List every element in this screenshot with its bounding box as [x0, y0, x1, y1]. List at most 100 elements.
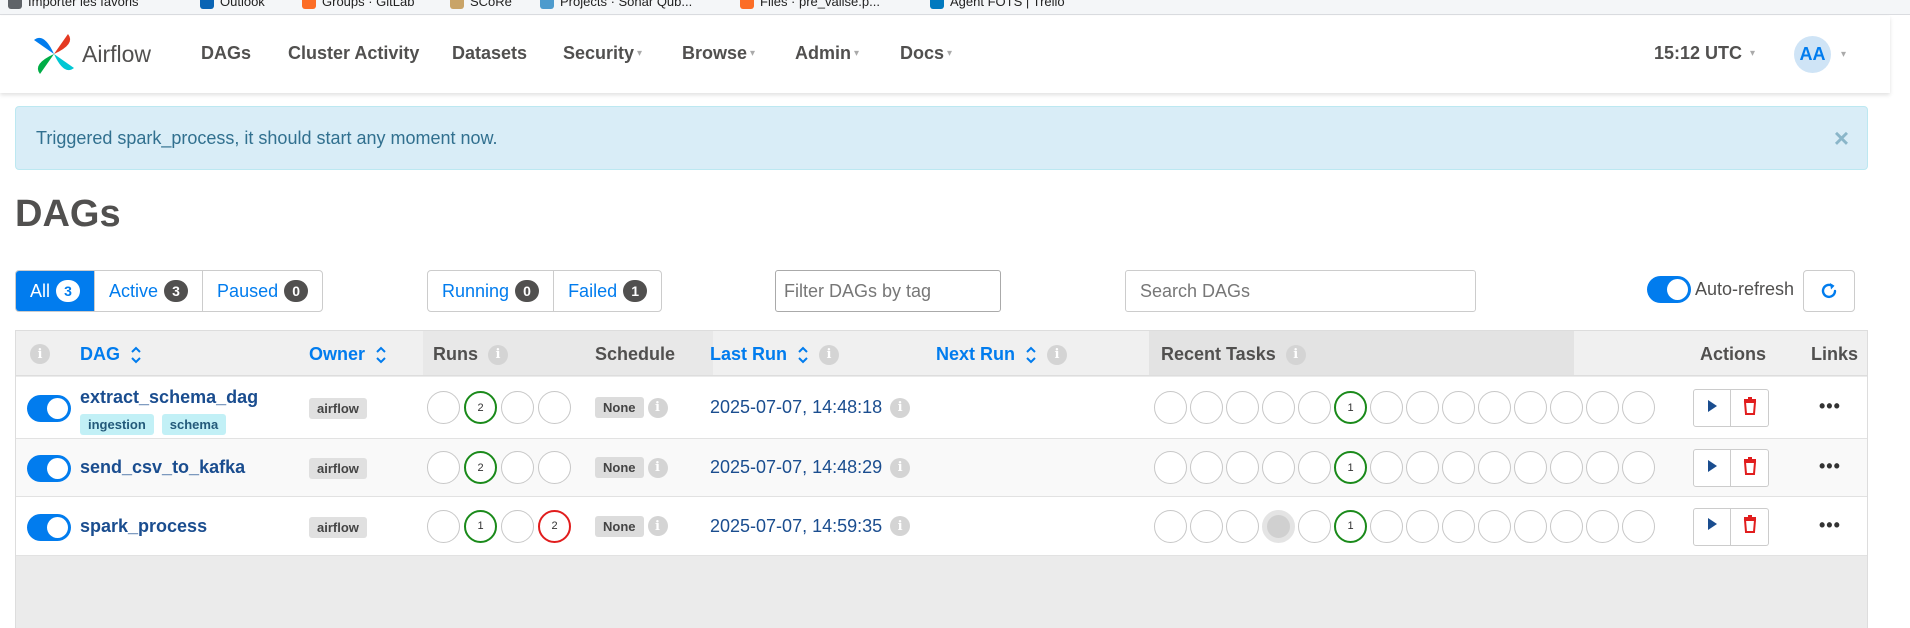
tag-filter-input[interactable] [775, 270, 1001, 312]
info-icon[interactable]: i [890, 457, 911, 478]
run-state-circle[interactable] [501, 451, 534, 484]
task-state-circle[interactable] [1262, 509, 1295, 543]
task-state-circle[interactable] [1550, 451, 1583, 484]
dag-tag[interactable]: ingestion [80, 414, 154, 435]
run-state-circle[interactable] [427, 509, 460, 543]
user-menu[interactable]: AA ▾ [1794, 36, 1846, 73]
info-icon[interactable]: i [647, 516, 668, 536]
auto-refresh-toggle[interactable] [1647, 276, 1691, 303]
run-state-circle[interactable]: 1 [464, 509, 497, 543]
utc-clock-dropdown[interactable]: 15:12 UTC ▾ [1654, 43, 1755, 64]
nav-security[interactable]: Security ▾ [563, 43, 642, 64]
run-state-circle[interactable]: 2 [464, 451, 497, 484]
task-state-circle[interactable] [1370, 451, 1403, 484]
bookmark-item[interactable]: Files · pre_valise.p... [740, 0, 880, 9]
th-owner[interactable]: Owner [309, 344, 387, 365]
task-state-circle[interactable] [1478, 391, 1511, 424]
task-state-circle[interactable]: 1 [1334, 509, 1367, 543]
dag-tag[interactable]: schema [161, 414, 227, 435]
task-state-circle[interactable] [1586, 451, 1619, 484]
links-menu-icon[interactable]: ••• [1819, 396, 1841, 417]
task-state-circle[interactable] [1370, 509, 1403, 543]
task-state-circle[interactable] [1154, 509, 1187, 543]
info-icon[interactable]: i [647, 457, 668, 478]
task-state-circle[interactable] [1406, 509, 1439, 543]
task-state-circle[interactable] [1226, 509, 1259, 543]
task-state-circle[interactable] [1190, 451, 1223, 484]
run-state-circle[interactable] [538, 451, 571, 484]
task-state-circle[interactable] [1514, 451, 1547, 484]
task-state-circle[interactable]: 1 [1334, 391, 1367, 424]
dag-id-link[interactable]: send_csv_to_kafka [80, 457, 245, 478]
owner-badge[interactable]: airflow [309, 458, 367, 479]
links-menu-icon[interactable]: ••• [1819, 456, 1841, 477]
info-icon[interactable]: i [488, 344, 508, 365]
bookmark-item[interactable]: Agent FOTS | Trello [930, 0, 1065, 9]
task-state-circle[interactable] [1406, 451, 1439, 484]
bookmark-item[interactable]: SCoRe [450, 0, 512, 9]
filter-all-button[interactable]: All 3 [16, 271, 96, 311]
task-state-circle[interactable] [1262, 391, 1295, 424]
refresh-button[interactable] [1803, 270, 1855, 312]
run-state-circle[interactable] [538, 391, 571, 424]
task-state-circle[interactable] [1298, 509, 1331, 543]
info-icon[interactable]: i [1285, 344, 1306, 365]
task-state-circle[interactable] [1442, 509, 1475, 543]
run-state-circle[interactable] [427, 451, 460, 484]
task-state-circle[interactable] [1154, 391, 1187, 424]
task-state-circle[interactable] [1622, 451, 1655, 484]
nav-docs[interactable]: Docs ▾ [900, 43, 952, 64]
info-icon[interactable]: i [890, 516, 911, 536]
run-state-circle[interactable] [427, 391, 460, 424]
task-state-circle[interactable] [1514, 509, 1547, 543]
th-last-run[interactable]: Last Run i [710, 344, 840, 365]
run-state-circle[interactable] [501, 509, 534, 543]
bookmark-item[interactable]: Importer les favoris [8, 0, 139, 9]
task-state-circle[interactable] [1190, 391, 1223, 424]
task-state-circle[interactable] [1586, 391, 1619, 424]
run-state-circle[interactable] [501, 391, 534, 424]
info-icon[interactable]: i [819, 344, 840, 365]
dag-pause-toggle[interactable] [27, 455, 71, 482]
filter-failed-button[interactable]: Failed 1 [554, 271, 661, 311]
filter-running-button[interactable]: Running 0 [428, 271, 555, 311]
bookmark-item[interactable]: Outlook [200, 0, 265, 9]
close-icon[interactable]: × [1834, 123, 1849, 154]
dag-pause-toggle[interactable] [27, 395, 71, 422]
delete-dag-button[interactable] [1731, 507, 1769, 546]
paused-info[interactable]: i [30, 344, 50, 364]
delete-dag-button[interactable] [1731, 389, 1769, 427]
owner-badge[interactable]: airflow [309, 398, 367, 419]
task-state-circle[interactable] [1226, 391, 1259, 424]
info-icon[interactable]: i [647, 397, 668, 418]
nav-datasets[interactable]: Datasets [452, 43, 527, 64]
links-menu-icon[interactable]: ••• [1819, 515, 1841, 536]
nav-admin[interactable]: Admin ▾ [795, 43, 859, 64]
task-state-circle[interactable] [1550, 509, 1583, 543]
dag-id-link[interactable]: spark_process [80, 516, 207, 537]
info-icon[interactable]: i [890, 397, 911, 418]
th-dag[interactable]: DAG [80, 344, 142, 365]
task-state-circle[interactable] [1514, 391, 1547, 424]
run-state-circle[interactable]: 2 [538, 509, 571, 543]
owner-badge[interactable]: airflow [309, 516, 367, 538]
nav-cluster-activity[interactable]: Cluster Activity [288, 43, 419, 64]
task-state-circle[interactable] [1622, 509, 1655, 543]
task-state-circle[interactable] [1442, 451, 1475, 484]
bookmark-item[interactable]: Projects · Sonar Qub... [540, 0, 692, 9]
trigger-dag-button[interactable] [1693, 449, 1731, 487]
last-run-link[interactable]: 2025-07-07, 14:48:18 [710, 397, 882, 418]
trigger-dag-button[interactable] [1693, 389, 1731, 427]
run-state-circle[interactable]: 2 [464, 391, 497, 424]
airflow-brand[interactable]: Airflow [30, 30, 151, 78]
nav-browse[interactable]: Browse ▾ [682, 43, 755, 64]
task-state-circle[interactable] [1442, 391, 1475, 424]
task-state-circle[interactable] [1370, 391, 1403, 424]
task-state-circle[interactable] [1262, 451, 1295, 484]
trigger-dag-button[interactable] [1693, 507, 1731, 546]
filter-active-button[interactable]: Active 3 [95, 271, 204, 311]
task-state-circle[interactable] [1190, 509, 1223, 543]
task-state-circle[interactable]: 1 [1334, 451, 1367, 484]
nav-dags[interactable]: DAGs [201, 43, 251, 64]
task-state-circle[interactable] [1298, 391, 1331, 424]
